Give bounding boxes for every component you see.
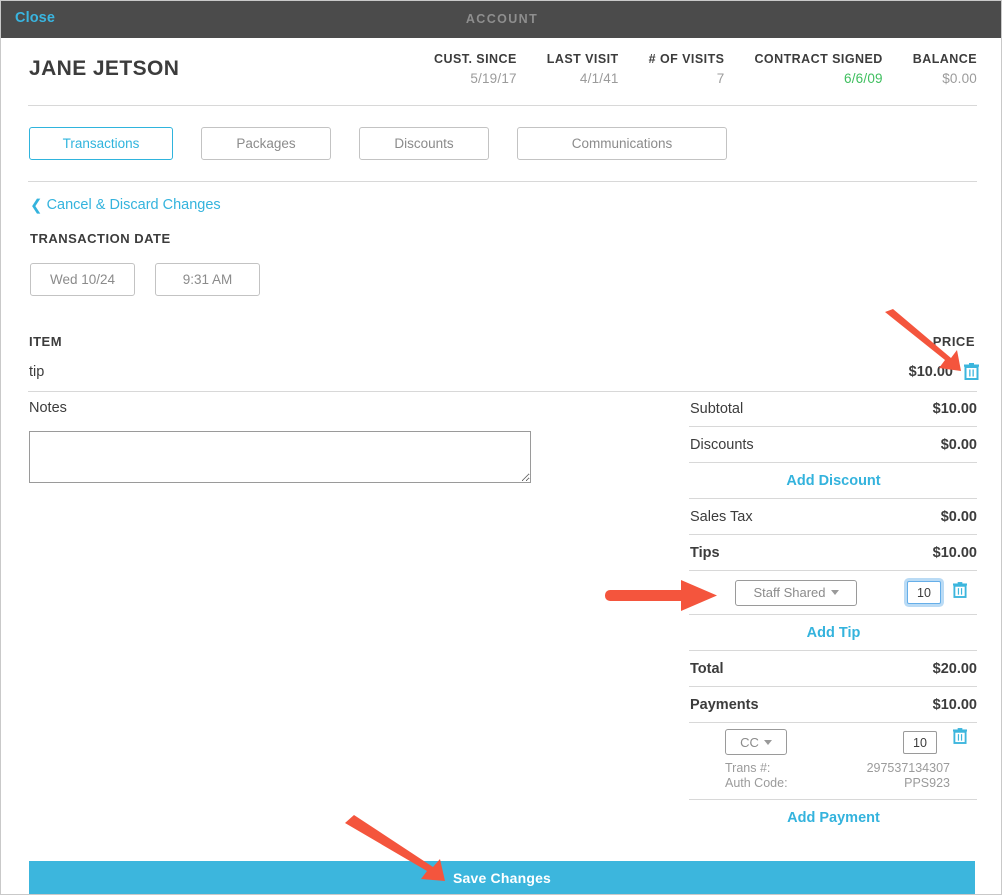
payment-controls: CC [689,723,977,761]
sales-tax-value: $0.00 [940,508,977,525]
stat-value: 4/1/41 [579,71,619,86]
auth-code-label: Auth Code: [725,776,788,790]
chevron-left-icon: ❮ [30,196,43,214]
summary-row-total: Total $20.00 [689,651,977,687]
delete-payment-icon[interactable] [953,728,967,744]
stat-value: 5/19/17 [470,71,517,86]
add-payment-row[interactable]: Add Payment [689,800,977,836]
stat-label: CONTRACT SIGNED [754,52,883,66]
total-value: $20.00 [932,660,977,677]
add-tip-label: Add Tip [806,624,861,641]
delete-tip-icon[interactable] [953,582,967,598]
stat-number-of-visits: # OF VISITS 7 [649,52,725,86]
account-transaction-screen: Close ACCOUNT JANE JETSON CUST. SINCE 5/… [0,0,1002,895]
trans-number-label: Trans #: [725,761,771,775]
payment-amount-input[interactable] [903,731,937,754]
payment-auth-code: Auth Code: PPS923 [689,776,977,791]
stat-label: CUST. SINCE [434,52,517,66]
transaction-time-button[interactable]: 9:31 AM [155,263,260,296]
order-summary-panel: Subtotal $10.00 Discounts $0.00 Add Disc… [689,391,977,836]
cancel-discard-changes-link[interactable]: ❮ Cancel & Discard Changes [30,197,221,213]
trash-icon [964,363,979,380]
stat-contract-signed: CONTRACT SIGNED 6/6/09 [754,52,882,86]
stat-label: BALANCE [912,52,977,66]
item-row-price: $10.00 [908,364,953,380]
trans-number-value: 297537134307 [866,761,950,775]
tabs-divider [28,181,977,182]
trash-icon [953,728,967,744]
tab-packages[interactable]: Packages [201,127,331,160]
stat-value: 7 [716,71,725,86]
summary-row-tips: Tips $10.00 [689,535,977,571]
stat-label: # OF VISITS [648,52,725,66]
tip-amount-input[interactable] [907,581,941,604]
payment-method-select[interactable]: CC [725,729,787,755]
customer-stats: CUST. SINCE 5/19/17 LAST VISIT 4/1/41 # … [434,52,977,86]
payment-method-label: CC [740,734,759,750]
add-payment-label: Add Payment [787,810,880,826]
stat-value: $0.00 [942,71,977,86]
summary-row-discounts: Discounts $0.00 [689,427,977,463]
stat-label: LAST VISIT [546,52,619,66]
chevron-down-icon [763,739,772,745]
sales-tax-label: Sales Tax [690,508,753,525]
transaction-date-button[interactable]: Wed 10/24 [30,263,135,296]
item-row-name: tip [29,364,45,380]
payments-value: $10.00 [932,696,977,713]
customer-header: JANE JETSON CUST. SINCE 5/19/17 LAST VIS… [1,38,1001,104]
payment-entry-row: CC Trans #: 297537134307 [689,723,977,800]
customer-name: JANE JETSON [29,57,180,80]
tips-label: Tips [690,544,720,561]
column-header-price: PRICE [932,334,975,349]
stat-balance: BALANCE $0.00 [913,52,977,86]
add-tip-row[interactable]: Add Tip [689,615,977,651]
stat-last-visit: LAST VISIT 4/1/41 [547,52,619,86]
subtotal-value: $10.00 [932,400,977,417]
notes-input[interactable] [29,431,531,483]
add-discount-row[interactable]: Add Discount [689,463,977,499]
save-changes-button[interactable]: Save Changes [29,861,975,894]
stat-cust-since: CUST. SINCE 5/19/17 [434,52,517,86]
header-divider [28,105,977,106]
delete-item-icon[interactable] [964,363,979,385]
top-bar: Close ACCOUNT [1,1,1001,38]
transaction-date-label: TRANSACTION DATE [30,231,171,246]
cancel-discard-label: Cancel & Discard Changes [46,197,221,213]
summary-row-subtotal: Subtotal $10.00 [689,391,977,427]
tab-bar: Transactions Packages Discounts Communic… [29,127,727,160]
discounts-value: $0.00 [940,436,977,453]
total-label: Total [690,660,724,677]
save-changes-label: Save Changes [452,870,552,886]
column-header-item: ITEM [29,334,63,349]
summary-row-payments: Payments $10.00 [689,687,977,723]
summary-row-sales-tax: Sales Tax $0.00 [689,499,977,535]
add-discount-label: Add Discount [786,472,881,489]
tab-discounts[interactable]: Discounts [359,127,489,160]
discounts-label: Discounts [690,436,754,453]
tab-transactions[interactable]: Transactions [29,127,173,160]
transaction-date-controls: Wed 10/24 9:31 AM [30,263,260,296]
window-title: ACCOUNT [465,12,539,26]
auth-code-value: PPS923 [904,776,950,790]
trash-icon [953,582,967,598]
stat-value: 6/6/09 [844,71,883,86]
payments-label: Payments [690,696,759,713]
tip-type-label: Staff Shared [753,585,826,600]
tip-type-select[interactable]: Staff Shared [735,579,857,606]
payment-trans-number: Trans #: 297537134307 [689,761,977,776]
subtotal-label: Subtotal [690,400,744,417]
tip-entry-row: Staff Shared [689,571,977,615]
notes-label: Notes [29,400,67,416]
tab-communications[interactable]: Communications [517,127,727,160]
chevron-down-icon [830,590,839,595]
tips-value: $10.00 [932,544,977,561]
